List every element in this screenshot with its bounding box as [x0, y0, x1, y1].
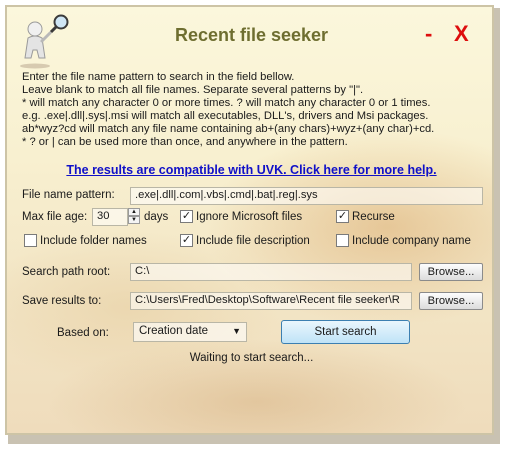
recurse-checkbox[interactable]: ✓	[336, 210, 349, 223]
pattern-input[interactable]: .exe|.dll|.com|.vbs|.cmd|.bat|.reg|.sys	[130, 187, 483, 205]
save-results-label: Save results to:	[22, 295, 102, 307]
include-file-description-checkbox[interactable]: ✓	[180, 234, 193, 247]
instructions-line: ab*wyz?cd will match any file name conta…	[22, 123, 435, 135]
pattern-label: File name pattern:	[22, 189, 115, 201]
based-on-select[interactable]: Creation date ▼	[133, 322, 247, 342]
chevron-down-icon: ▼	[232, 326, 241, 336]
max-age-unit: days	[144, 211, 169, 223]
search-root-label: Search path root:	[22, 266, 111, 278]
based-on-label: Based on:	[57, 327, 109, 339]
save-results-browse-button[interactable]: Browse...	[419, 292, 483, 310]
include-folder-names-label: Include folder names	[40, 235, 147, 247]
save-results-input[interactable]: C:\Users\Fred\Desktop\Software\Recent fi…	[130, 292, 412, 310]
include-company-name-checkbox[interactable]	[336, 234, 349, 247]
instructions-line: * ? or | can be used more than once, and…	[22, 136, 348, 148]
instructions-line: Leave blank to match all file names. Sep…	[22, 84, 364, 96]
search-root-input[interactable]: C:\	[130, 263, 412, 281]
window-title: Recent file seeker	[174, 25, 329, 45]
ignore-microsoft-checkbox[interactable]: ✓	[180, 210, 193, 223]
minimize-button[interactable]: -	[425, 21, 432, 47]
include-company-name-label: Include company name	[352, 235, 471, 247]
spin-up-icon[interactable]: ▲	[128, 208, 140, 216]
app-window: Recent file seeker - X Enter the file na…	[5, 5, 494, 435]
instructions-line: * will match any character 0 or more tim…	[22, 97, 431, 109]
instructions-line: e.g. .exe|.dll|.sys|.msi will match all …	[22, 110, 429, 122]
search-root-browse-button[interactable]: Browse...	[419, 263, 483, 281]
recurse-label: Recurse	[352, 211, 395, 223]
start-search-button[interactable]: Start search	[281, 320, 410, 344]
help-link[interactable]: The results are compatible with UVK. Cli…	[7, 163, 496, 177]
max-age-input[interactable]: 30	[92, 208, 128, 226]
based-on-value: Creation date	[139, 325, 209, 337]
instructions-text: Enter the file name pattern to search in…	[22, 71, 492, 149]
max-age-label: Max file age:	[22, 211, 88, 223]
instructions-line: Enter the file name pattern to search in…	[22, 71, 295, 83]
close-button[interactable]: X	[454, 21, 469, 47]
include-folder-names-checkbox[interactable]	[24, 234, 37, 247]
spin-down-icon[interactable]: ▼	[128, 216, 140, 224]
status-text: Waiting to start search...	[189, 352, 314, 364]
ignore-microsoft-label: Ignore Microsoft files	[196, 211, 303, 223]
spin-arrows-icon[interactable]: ▲ ▼	[128, 208, 140, 224]
include-file-description-label: Include file description	[196, 235, 310, 247]
